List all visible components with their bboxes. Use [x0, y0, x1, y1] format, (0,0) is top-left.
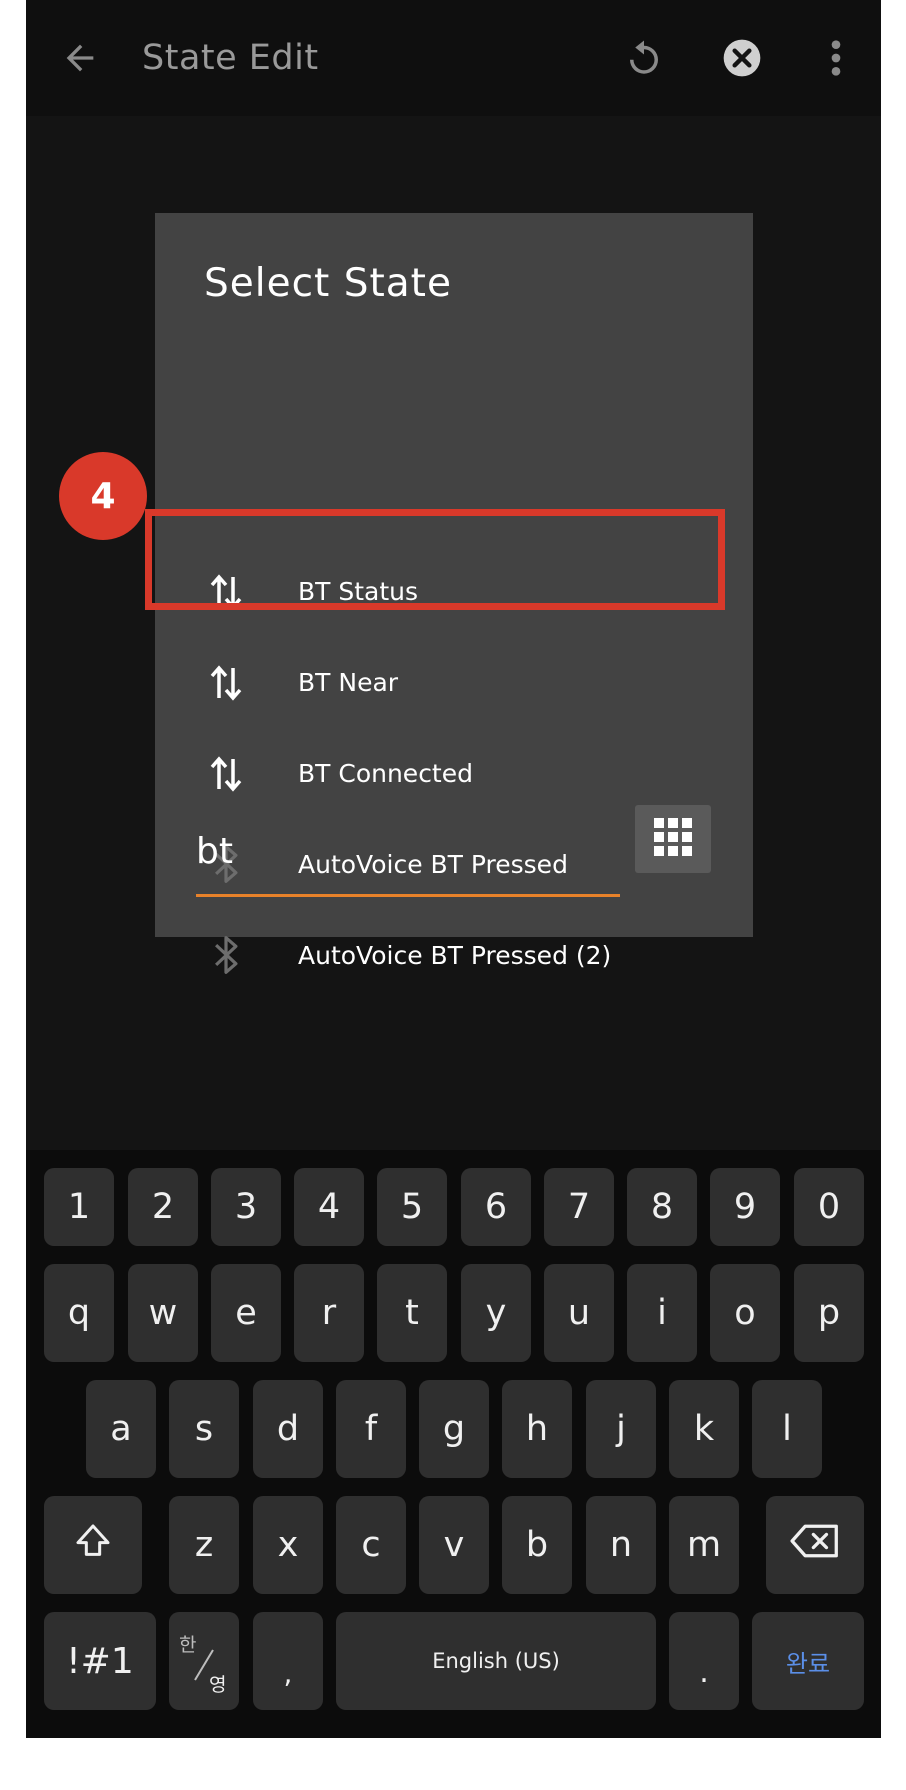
key-n[interactable]: n	[586, 1496, 656, 1594]
key-p[interactable]: p	[794, 1264, 864, 1362]
key-i[interactable]: i	[627, 1264, 697, 1362]
key-0[interactable]: 0	[794, 1168, 864, 1246]
key-a[interactable]: a	[86, 1380, 156, 1478]
key-u[interactable]: u	[544, 1264, 614, 1362]
key-8[interactable]: 8	[627, 1168, 697, 1246]
step-badge: 4	[59, 452, 147, 540]
language-switch-key[interactable]: 한 영	[169, 1612, 239, 1710]
key-z[interactable]: z	[169, 1496, 239, 1594]
key-3[interactable]: 3	[211, 1168, 281, 1246]
key-l[interactable]: l	[752, 1380, 822, 1478]
state-item-bt-near[interactable]: BT Near	[155, 637, 753, 728]
bluetooth-icon	[203, 932, 249, 978]
state-item-label: AutoVoice BT Pressed (2)	[298, 941, 612, 970]
backspace-icon	[790, 1523, 840, 1568]
state-item-label: BT Near	[298, 668, 399, 697]
lang-bottom-label: 영	[209, 1674, 227, 1696]
symbols-key[interactable]: !#1	[44, 1612, 156, 1710]
shift-key[interactable]	[44, 1496, 142, 1594]
close-circle-icon[interactable]	[716, 32, 768, 84]
up-down-arrows-icon	[203, 750, 249, 796]
grid-icon	[652, 816, 694, 862]
backspace-key[interactable]	[766, 1496, 864, 1594]
key-v[interactable]: v	[419, 1496, 489, 1594]
state-item-autovoice-bt-pressed-2[interactable]: AutoVoice BT Pressed (2)	[155, 910, 753, 1001]
key-6[interactable]: 6	[461, 1168, 531, 1246]
key-m[interactable]: m	[669, 1496, 739, 1594]
key-h[interactable]: h	[502, 1380, 572, 1478]
key-j[interactable]: j	[586, 1380, 656, 1478]
keyboard: 1 2 3 4 5 6 7 8 9 0 q w e r t y u i o p …	[26, 1150, 881, 1738]
key-q[interactable]: q	[44, 1264, 114, 1362]
key-t[interactable]: t	[377, 1264, 447, 1362]
key-o[interactable]: o	[710, 1264, 780, 1362]
key-9[interactable]: 9	[710, 1168, 780, 1246]
up-down-arrows-icon	[203, 659, 249, 705]
comma-key[interactable]: ,	[253, 1612, 323, 1710]
more-vert-icon[interactable]	[816, 32, 856, 84]
period-key[interactable]: .	[669, 1612, 739, 1710]
key-5[interactable]: 5	[377, 1168, 447, 1246]
key-f[interactable]: f	[336, 1380, 406, 1478]
key-d[interactable]: d	[253, 1380, 323, 1478]
highlight-box	[145, 509, 725, 610]
search-input-value: bt	[196, 831, 233, 872]
key-7[interactable]: 7	[544, 1168, 614, 1246]
key-c[interactable]: c	[336, 1496, 406, 1594]
key-b[interactable]: b	[502, 1496, 572, 1594]
key-x[interactable]: x	[253, 1496, 323, 1594]
done-key[interactable]: 완료	[752, 1612, 864, 1710]
grid-button[interactable]	[635, 805, 711, 873]
back-arrow-icon[interactable]	[54, 32, 106, 84]
key-k[interactable]: k	[669, 1380, 739, 1478]
key-e[interactable]: e	[211, 1264, 281, 1362]
key-w[interactable]: w	[128, 1264, 198, 1362]
key-g[interactable]: g	[419, 1380, 489, 1478]
undo-icon[interactable]	[618, 32, 670, 84]
dialog-title: Select State	[204, 261, 452, 306]
key-1[interactable]: 1	[44, 1168, 114, 1246]
key-r[interactable]: r	[294, 1264, 364, 1362]
key-y[interactable]: y	[461, 1264, 531, 1362]
space-key[interactable]: English (US)	[336, 1612, 656, 1710]
key-4[interactable]: 4	[294, 1168, 364, 1246]
screen: State Edit Select State BT Status BT Nea…	[26, 0, 881, 1738]
app-title: State Edit	[142, 38, 319, 78]
key-2[interactable]: 2	[128, 1168, 198, 1246]
search-input[interactable]: bt	[196, 813, 620, 897]
key-s[interactable]: s	[169, 1380, 239, 1478]
shift-icon	[73, 1521, 113, 1570]
state-item-label: BT Connected	[298, 759, 473, 788]
app-bar: State Edit	[26, 0, 881, 116]
